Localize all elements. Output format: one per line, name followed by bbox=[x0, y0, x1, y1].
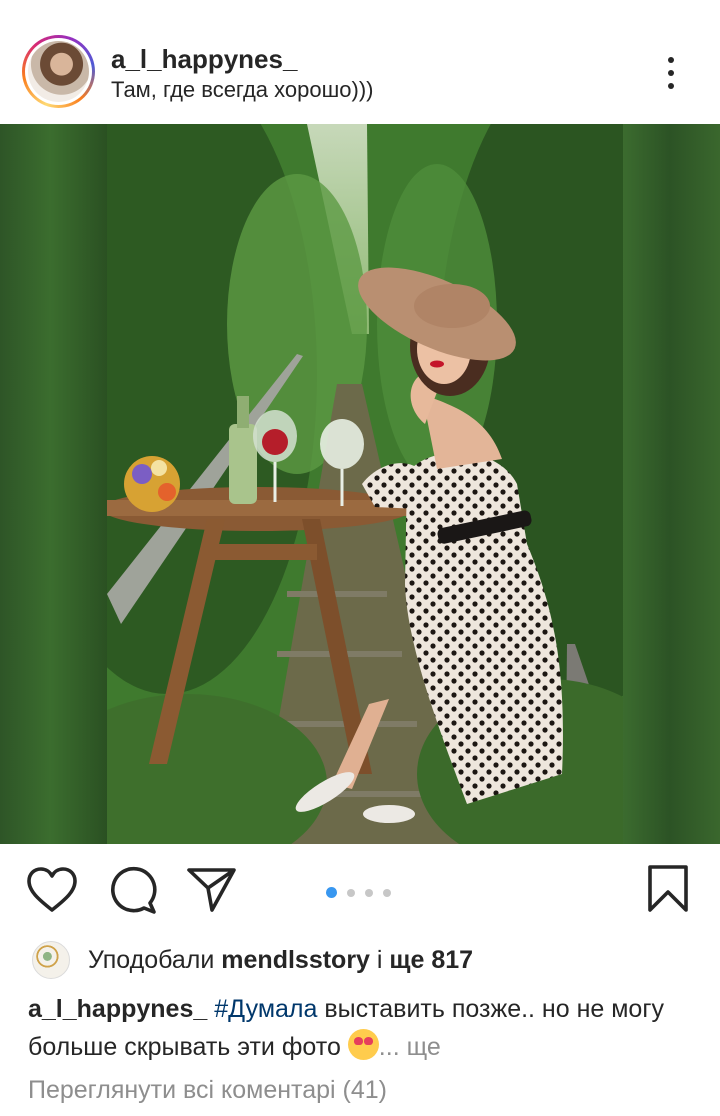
likes-text[interactable]: Уподобали mendlsstory і ще 817 bbox=[88, 946, 473, 975]
likes-row: Уподобали mendlsstory і ще 817 bbox=[0, 936, 720, 984]
likes-count[interactable]: ще 817 bbox=[389, 946, 473, 974]
bookmark-icon[interactable] bbox=[646, 864, 690, 914]
post-location[interactable]: Там, где всегда хорошо))) bbox=[111, 77, 373, 103]
heart-icon[interactable] bbox=[26, 866, 78, 914]
carousel-dot bbox=[383, 888, 391, 897]
carousel-dot bbox=[365, 888, 373, 897]
post-caption: a_l_happynes_ #Думала выставить позже.. … bbox=[28, 990, 692, 1066]
more-options-icon[interactable] bbox=[656, 52, 686, 94]
view-all-comments-link[interactable]: Переглянути всі коментарі (41) bbox=[28, 1076, 387, 1105]
photo-scene bbox=[107, 124, 623, 844]
carousel-dot-active bbox=[326, 887, 337, 899]
likes-conjunction: і bbox=[369, 946, 390, 974]
comment-icon[interactable] bbox=[108, 866, 158, 916]
post-header: a_l_happynes_ Там, где всегда хорошо))) bbox=[0, 0, 720, 124]
photo-image bbox=[107, 124, 623, 844]
liker-username[interactable]: mendlsstory bbox=[221, 946, 370, 974]
send-icon[interactable] bbox=[186, 866, 238, 914]
avatar[interactable] bbox=[28, 41, 89, 102]
post-username[interactable]: a_l_happynes_ bbox=[111, 44, 297, 75]
post-photo[interactable] bbox=[0, 124, 720, 844]
carousel-indicator bbox=[326, 884, 401, 899]
liker-avatar[interactable] bbox=[32, 941, 70, 979]
post-actions bbox=[0, 844, 720, 936]
caption-hashtag[interactable]: #Думала bbox=[214, 995, 317, 1023]
caption-more-link[interactable]: ... ще bbox=[379, 1033, 441, 1061]
story-ring[interactable] bbox=[22, 35, 95, 108]
likes-prefix: Уподобали bbox=[88, 946, 222, 974]
caption-username[interactable]: a_l_happynes_ bbox=[28, 995, 207, 1023]
carousel-dot bbox=[347, 888, 355, 897]
heart-eyes-emoji-icon bbox=[347, 1029, 379, 1060]
